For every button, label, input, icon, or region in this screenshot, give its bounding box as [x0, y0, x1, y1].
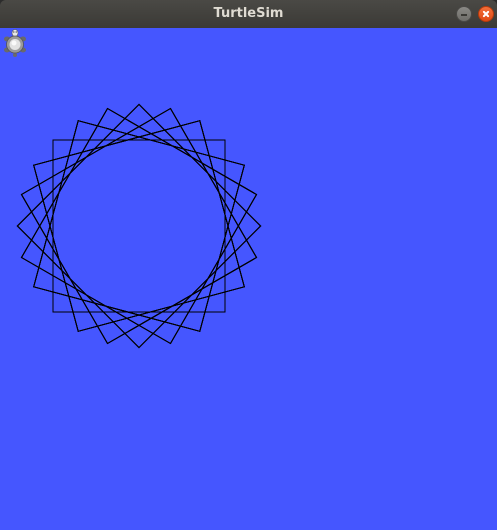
pen-square	[16, 103, 262, 349]
pen-square	[33, 120, 245, 332]
title-bar[interactable]: TurtleSim	[0, 0, 497, 28]
pen-square	[52, 139, 226, 313]
pen-square	[20, 107, 258, 345]
pen-square	[20, 107, 258, 345]
window-title: TurtleSim	[213, 6, 284, 21]
pen-square	[20, 107, 258, 345]
turtlesim-window: TurtleSim	[0, 0, 497, 530]
pen-square	[20, 107, 258, 345]
pen-square	[33, 120, 245, 332]
pen-square	[33, 120, 245, 332]
turtle-icon	[4, 29, 26, 57]
pen-square	[20, 107, 258, 345]
pen-square	[20, 107, 258, 345]
pen-square	[52, 139, 226, 313]
pen-square	[20, 107, 258, 345]
pen-square	[16, 103, 262, 349]
turtle-canvas	[0, 28, 497, 530]
pen-square	[16, 103, 262, 349]
pen-square	[33, 120, 245, 332]
pen-square	[16, 103, 262, 349]
pen-square	[33, 120, 245, 332]
pen-square	[33, 120, 245, 332]
pen-square	[20, 107, 258, 345]
pen-square	[33, 120, 245, 332]
minimize-icon[interactable]	[456, 6, 472, 22]
close-icon[interactable]	[478, 6, 494, 22]
pen-trail	[16, 103, 262, 349]
pen-square	[33, 120, 245, 332]
pen-square	[52, 139, 226, 313]
pen-square	[52, 139, 226, 313]
